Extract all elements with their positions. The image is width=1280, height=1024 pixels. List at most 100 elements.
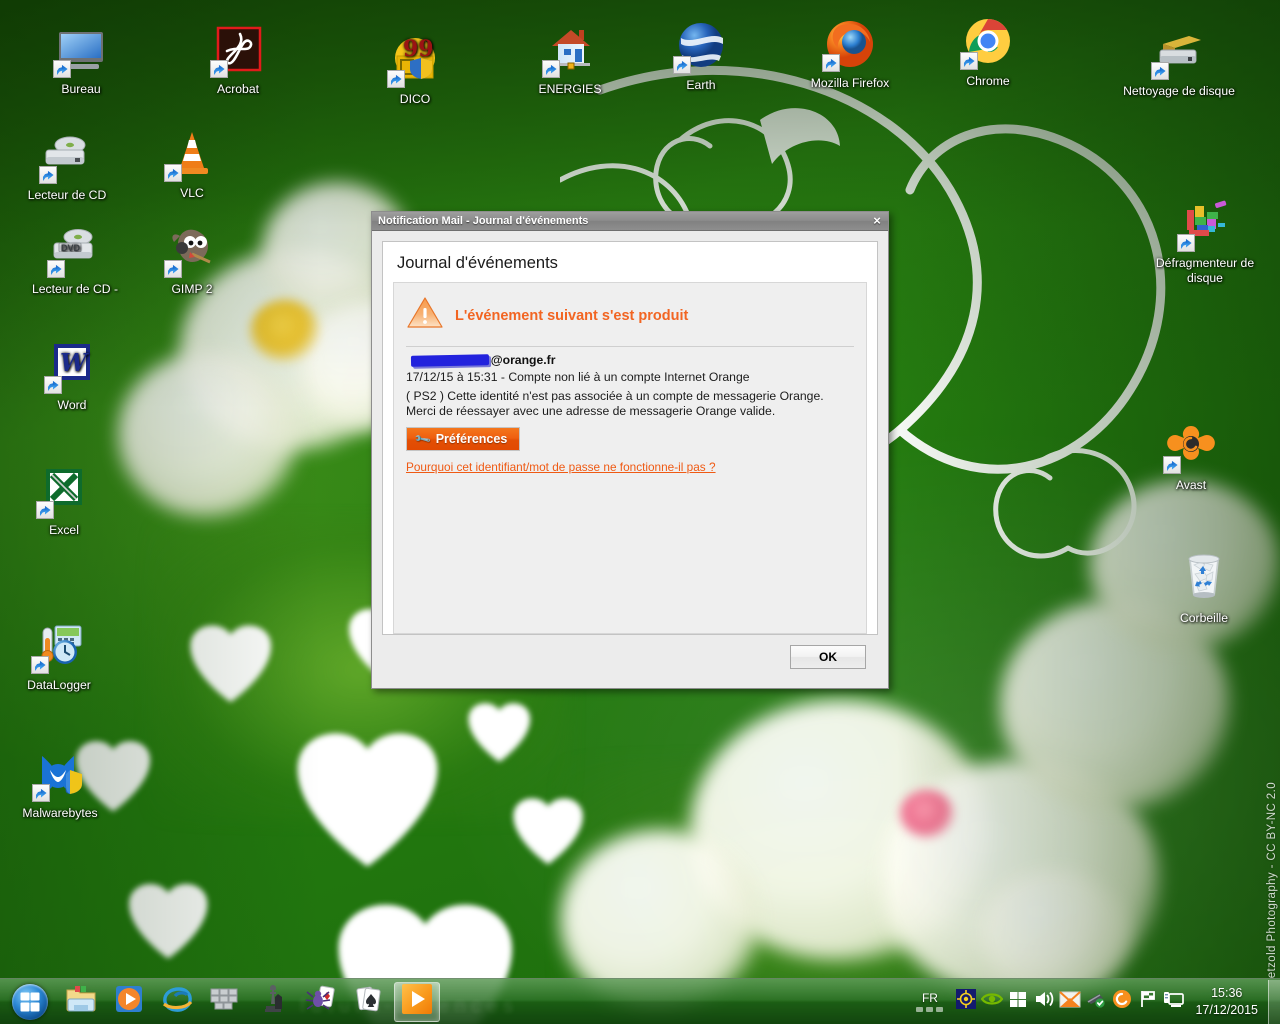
tray-icon-sound-enhancer[interactable] (953, 982, 979, 1022)
tray-icon-volume[interactable] (1031, 982, 1057, 1022)
desktop-icon-corbeille[interactable]: Corbeille (1156, 545, 1252, 626)
desktop-icon-word[interactable]: W Word (24, 338, 120, 413)
desktop-icon-label: VLC (144, 186, 240, 201)
desktop-icon-label: Chrome (940, 74, 1036, 89)
dialog-body: Journal d'événements L'événement suivant… (372, 231, 888, 669)
datalogger-icon (31, 618, 87, 674)
desktop-icon-chrome[interactable]: Chrome (940, 14, 1036, 89)
desktop-icon-malwarebytes[interactable]: Malwarebytes (10, 746, 110, 821)
vlc-cone-icon (164, 126, 220, 182)
acrobat-icon (210, 22, 266, 78)
desktop-icon-label: DICO (367, 92, 463, 107)
taskbar-item-internet-explorer[interactable] (154, 982, 200, 1022)
event-warning-header: L'événement suivant s'est produit (406, 293, 854, 344)
event-timestamp-line: 17/12/15 à 15:31 - Compte non lié à un c… (406, 370, 854, 384)
ok-button[interactable]: OK (790, 645, 866, 669)
notification-mail-dialog[interactable]: Notification Mail - Journal d'événements… (371, 211, 889, 689)
desktop-icon-excel[interactable]: Excel (16, 463, 112, 538)
desktop-icon-label: Avast (1143, 478, 1239, 493)
excel-icon (36, 463, 92, 519)
desktop-icon-defragmenteur[interactable]: Défragmenteur de disque (1145, 196, 1265, 285)
desktop-icon-energies[interactable]: ENERGIES (522, 22, 618, 97)
desktop-icon-gimp[interactable]: GIMP 2 (144, 222, 240, 297)
event-detail-text: ( PS2 ) Cette identité n'est pas associé… (406, 389, 854, 419)
house-icon (542, 22, 598, 78)
taskbar[interactable]: futura-sciences (0, 978, 1280, 1024)
network-ok-icon (1085, 990, 1107, 1013)
media-player-icon (114, 984, 144, 1019)
desktop-icon-label: GIMP 2 (144, 282, 240, 297)
chrome-icon (960, 14, 1016, 70)
desktop-icon-dico[interactable]: 99 DICO (367, 32, 463, 107)
shortcut-arrow-icon (210, 60, 228, 78)
clock-time: 15:36 (1195, 985, 1258, 1002)
nvidia-eye-icon (981, 990, 1003, 1013)
shortcut-arrow-icon (36, 501, 54, 519)
desktop-icon-label: ENERGIES (522, 82, 618, 97)
event-email-text: @orange.fr (491, 353, 556, 367)
desktop-icon-vlc[interactable]: VLC (144, 126, 240, 201)
preferences-button-label: Préférences (436, 432, 508, 446)
desktop-icon-bureau[interactable]: Bureau (33, 22, 129, 97)
taskbar-item-mahjong[interactable] (202, 982, 248, 1022)
desktop-icon-lecteur-de-cd[interactable]: Lecteur de CD (19, 128, 115, 203)
cd-drive-icon (39, 128, 95, 184)
monitor-icon (53, 22, 109, 78)
desktop-icon-label: Bureau (33, 82, 129, 97)
tray-icon-mail[interactable] (1057, 982, 1083, 1022)
folder-explorer-icon (65, 984, 97, 1019)
windows-flag-icon (1008, 989, 1028, 1014)
preferences-button[interactable]: 🔧 Préférences (406, 427, 520, 451)
windows-orb-icon (12, 984, 48, 1020)
desktop-icon-label: Acrobat (190, 82, 286, 97)
shortcut-arrow-icon (1151, 62, 1169, 80)
shortcut-arrow-icon (31, 656, 49, 674)
show-desktop-button[interactable] (1268, 980, 1280, 1024)
dialog-titlebar[interactable]: Notification Mail - Journal d'événements… (372, 212, 888, 231)
tray-icon-nvidia[interactable] (979, 982, 1005, 1022)
help-link[interactable]: Pourquoi cet identifiant/mot de passe ne… (406, 460, 854, 474)
start-button[interactable] (8, 982, 52, 1022)
desktop-icon-avast[interactable]: Avast (1143, 418, 1239, 493)
shortcut-arrow-icon (47, 260, 65, 278)
taskbar-item-spider-solitaire[interactable] (298, 982, 344, 1022)
avast-tray-icon (1112, 989, 1132, 1014)
tray-language-label: FR (922, 991, 938, 1005)
svg-text:W: W (60, 348, 89, 377)
tray-icon-safely-remove[interactable] (1161, 982, 1187, 1022)
taskbar-item-explorer[interactable] (58, 982, 104, 1022)
shortcut-arrow-icon (44, 376, 62, 394)
tray-language-indicator[interactable]: FR (906, 991, 953, 1012)
tray-icon-avast[interactable] (1109, 982, 1135, 1022)
warning-title: L'événement suivant s'est produit (455, 308, 688, 324)
taskbar-item-chess-titans[interactable] (250, 982, 296, 1022)
desktop-icon-nettoyage-de-disque[interactable]: Nettoyage de disque (1121, 24, 1237, 99)
tray-icon-windows-update[interactable] (1005, 982, 1031, 1022)
close-icon[interactable]: × (870, 214, 884, 228)
tray-icon-action-center[interactable] (1135, 982, 1161, 1022)
spider-solitaire-icon (305, 984, 337, 1019)
shortcut-arrow-icon (164, 260, 182, 278)
shortcut-arrow-icon (542, 60, 560, 78)
desktop-icon-earth[interactable]: Earth (653, 18, 749, 93)
redaction-mark (411, 354, 489, 367)
clock[interactable]: 15:36 17/12/2015 (1187, 985, 1268, 1019)
shortcut-arrow-icon (53, 60, 71, 78)
taskbar-item-media-player[interactable] (106, 982, 152, 1022)
desktop-icon-label: Mozilla Firefox (794, 76, 906, 91)
taskbar-item-notification-mail[interactable] (394, 982, 440, 1022)
desktop-icon-acrobat[interactable]: Acrobat (190, 22, 286, 97)
envelope-icon (1059, 991, 1081, 1013)
solitaire-cards-icon (354, 984, 384, 1019)
taskbar-item-solitaire[interactable] (346, 982, 392, 1022)
desktop-icon-datalogger[interactable]: DataLogger (9, 618, 109, 693)
desktop-icon-firefox[interactable]: Mozilla Firefox (794, 16, 906, 91)
desktop-icon-lecteur-de-cd-dvd[interactable]: DVD Lecteur de CD - (19, 222, 131, 297)
desktop-icon-label: Nettoyage de disque (1121, 84, 1237, 99)
word-icon: W (44, 338, 100, 394)
shortcut-arrow-icon (39, 166, 57, 184)
desktop-icon-label: Défragmenteur de disque (1145, 256, 1265, 285)
tray-icon-network[interactable] (1083, 982, 1109, 1022)
disk-cleanup-icon (1151, 24, 1207, 80)
speaker-icon (1033, 989, 1055, 1014)
